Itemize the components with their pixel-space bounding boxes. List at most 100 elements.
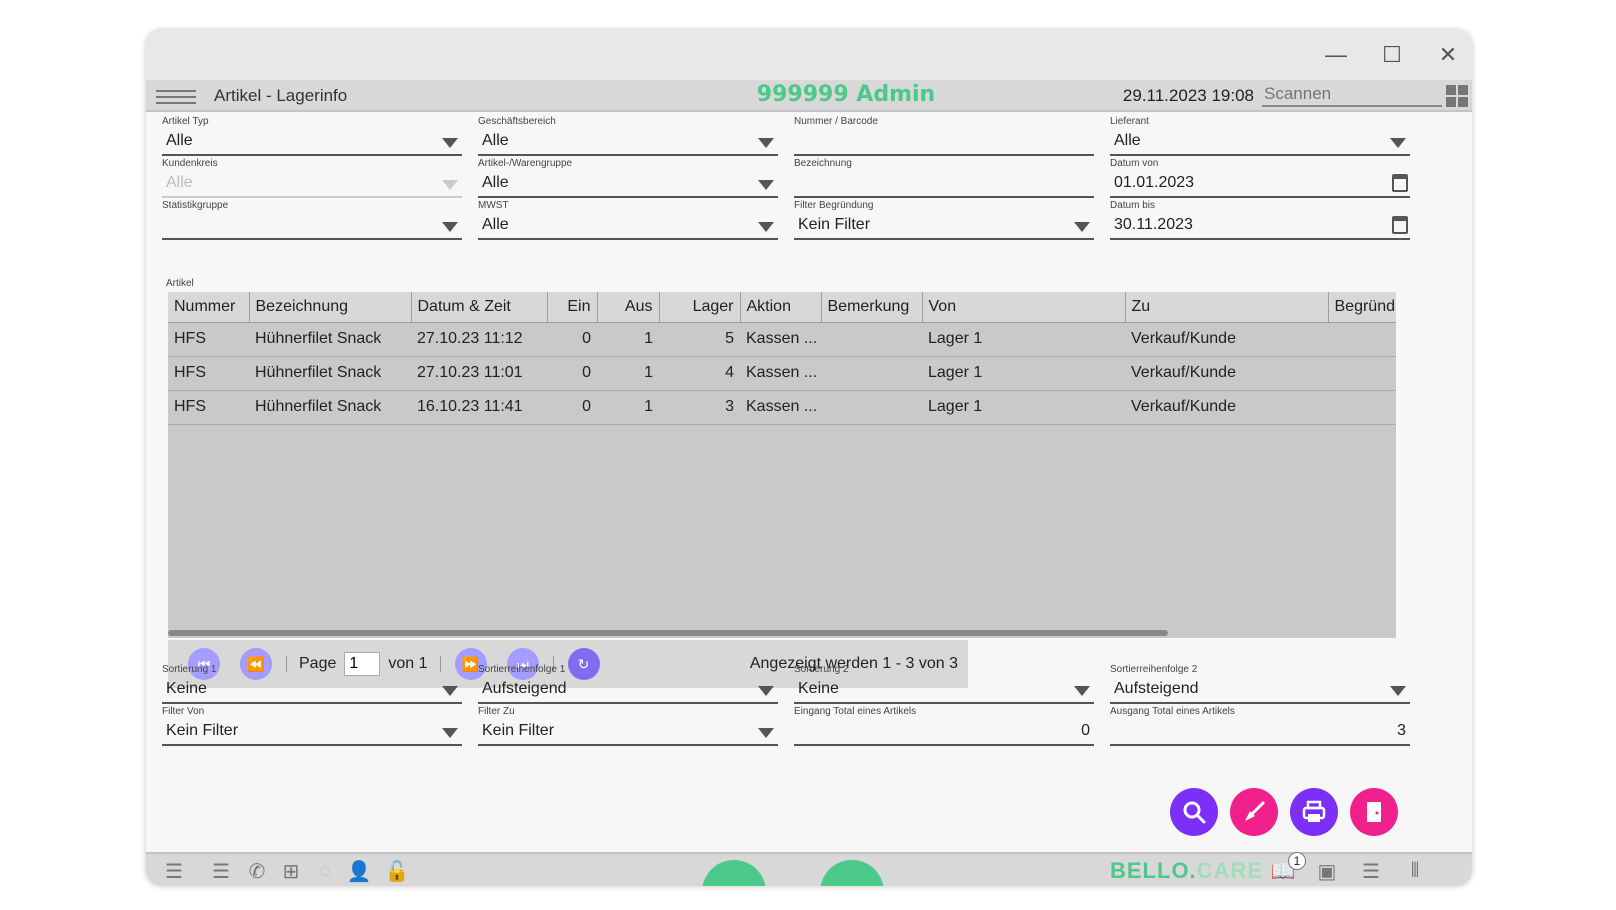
app-window: — ☐ ✕ Artikel - Lagerinfo 999999 Admin 2… (146, 30, 1472, 886)
filter-nummer: Nummer / Barcode (794, 116, 1094, 156)
field-label: Filter Von (162, 706, 205, 717)
hamburger-menu-icon[interactable] (156, 86, 196, 106)
column-header[interactable]: Aus (597, 292, 660, 323)
cell-begruendung (1328, 356, 1396, 390)
rows-icon[interactable]: ☰ (1356, 860, 1386, 883)
cell-ein: 0 (582, 364, 591, 381)
add-contact-icon[interactable]: ⊞ (278, 860, 304, 883)
sort-sortierung1: Sortierung 1 Keine (162, 664, 462, 704)
cell-zu: Verkauf/Kunde (1131, 398, 1236, 415)
dropdown-arrow-icon (1390, 138, 1406, 148)
column-header[interactable]: Nummer (168, 292, 250, 323)
ausgang-total: Ausgang Total eines Artikels 3 (1110, 706, 1410, 746)
column-header[interactable]: Ein (547, 292, 598, 323)
columns-icon[interactable]: ⦀ (1400, 860, 1430, 882)
title-bar: — ☐ ✕ (146, 30, 1472, 80)
scan-input[interactable] (1262, 83, 1442, 107)
datum-von-input[interactable]: 01.01.2023 (1110, 170, 1410, 198)
statistics-button[interactable] (702, 860, 766, 886)
column-header[interactable]: Von (922, 292, 1126, 323)
sortierung1-select[interactable]: Keine (162, 676, 462, 704)
cell-begruendung (1328, 390, 1396, 424)
printer-icon (1302, 800, 1326, 822)
horizontal-scrollbar[interactable] (168, 630, 1168, 636)
cell-aktion: Kassen ... (746, 398, 818, 415)
mwst-select[interactable]: Alle (478, 212, 778, 240)
warengruppe-select[interactable]: Alle (478, 170, 778, 198)
print-button[interactable] (1290, 788, 1338, 836)
image-icon[interactable]: ▣ (1314, 860, 1340, 883)
table-row[interactable]: HFS Hühnerfilet Snack 27.10.23 11:01 0 1… (168, 356, 1396, 390)
cell-von: Lager 1 (928, 364, 983, 381)
exit-button[interactable] (1350, 788, 1398, 836)
geschaeftsbereich-select[interactable]: Alle (478, 128, 778, 156)
sortierung2-select[interactable]: Keine (794, 676, 1094, 704)
phone-icon[interactable]: ✆ (244, 860, 270, 883)
clear-button[interactable] (1230, 788, 1278, 836)
cell-zu: Verkauf/Kunde (1131, 330, 1236, 347)
user-icon[interactable]: 👤 (346, 860, 372, 883)
cell-nummer: HFS (174, 364, 206, 381)
dropdown-arrow-icon (1074, 686, 1090, 696)
close-button[interactable]: ✕ (1428, 40, 1468, 70)
dropdown-arrow-icon (1390, 686, 1406, 696)
field-label: Filter Zu (478, 706, 515, 717)
field-label: Statistikgruppe (162, 200, 229, 211)
cell-lager: 4 (725, 364, 734, 381)
sort-reihenfolge2: Sortierreihenfolge 2 Aufsteigend (1110, 664, 1410, 704)
cell-von: Lager 1 (928, 330, 983, 347)
cell-bezeichnung: Hühnerfilet Snack (255, 330, 382, 347)
dropdown-arrow-icon (442, 138, 458, 148)
grid-icon[interactable] (1446, 85, 1468, 107)
field-label: Sortierung 1 (162, 664, 217, 675)
calendar-icon[interactable] (1392, 174, 1408, 192)
chat-icon[interactable]: ◌ (312, 860, 338, 882)
filter-von: Filter Von Kein Filter (162, 706, 462, 746)
column-header[interactable]: Bezeichnung (249, 292, 412, 323)
column-header[interactable]: Bemerkung (821, 292, 923, 323)
eingang-total: Eingang Total eines Artikels 0 (794, 706, 1094, 746)
table-row[interactable]: HFS Hühnerfilet Snack 16.10.23 11:41 0 1… (168, 390, 1396, 424)
column-header[interactable]: Lager (659, 292, 741, 323)
menu-icon[interactable]: ☰ (154, 860, 194, 883)
search-icon (1183, 801, 1206, 824)
lieferant-select[interactable]: Alle (1110, 128, 1410, 156)
maximize-button[interactable]: ☐ (1372, 40, 1412, 70)
field-label: Sortierung 2 (794, 664, 849, 675)
field-label: Filter Begründung (794, 200, 874, 211)
datum-bis-input[interactable]: 30.11.2023 (1110, 212, 1410, 240)
table-row[interactable]: HFS Hühnerfilet Snack 27.10.23 11:12 0 1… (168, 322, 1396, 356)
column-header[interactable]: Aktion (740, 292, 822, 323)
search-button[interactable] (1170, 788, 1218, 836)
minimize-button[interactable]: — (1316, 40, 1356, 70)
dropdown-arrow-icon (758, 222, 774, 232)
list-icon[interactable]: ☰ (208, 860, 234, 883)
artikel-typ-select[interactable]: Alle (162, 128, 462, 156)
nummer-barcode-input[interactable] (794, 128, 1094, 156)
column-header[interactable]: Zu (1125, 292, 1329, 323)
navigation-button[interactable] (820, 860, 884, 886)
field-label: Artikel-/Warengruppe (478, 158, 573, 169)
field-label: Geschäftsbereich (478, 116, 556, 127)
brand-logo: BELLO.CARE (1110, 858, 1264, 883)
dropdown-arrow-icon (442, 180, 458, 190)
user-name: 999999 Admin (756, 82, 936, 107)
cell-datum: 16.10.23 11:41 (417, 398, 523, 415)
notification-badge: 1 (1288, 852, 1306, 870)
bezeichnung-input[interactable] (794, 170, 1094, 198)
cell-begruendung (1328, 322, 1396, 356)
lock-icon[interactable]: 🔓 (384, 860, 410, 883)
ausgang-total-value: 3 (1110, 718, 1410, 746)
field-label: Kundenkreis (162, 158, 218, 169)
cell-ein: 0 (582, 330, 591, 347)
column-header[interactable]: Begründ (1328, 292, 1396, 323)
reihenfolge1-select[interactable]: Aufsteigend (478, 676, 778, 704)
reihenfolge2-select[interactable]: Aufsteigend (1110, 676, 1410, 704)
filter-von-select[interactable]: Kein Filter (162, 718, 462, 746)
cell-datum: 27.10.23 11:12 (417, 330, 523, 347)
filter-zu-select[interactable]: Kein Filter (478, 718, 778, 746)
calendar-icon[interactable] (1392, 216, 1408, 234)
column-header[interactable]: Datum & Zeit (411, 292, 548, 323)
statistikgruppe-select[interactable] (162, 212, 462, 240)
filter-begruendung-select[interactable]: Kein Filter (794, 212, 1094, 240)
